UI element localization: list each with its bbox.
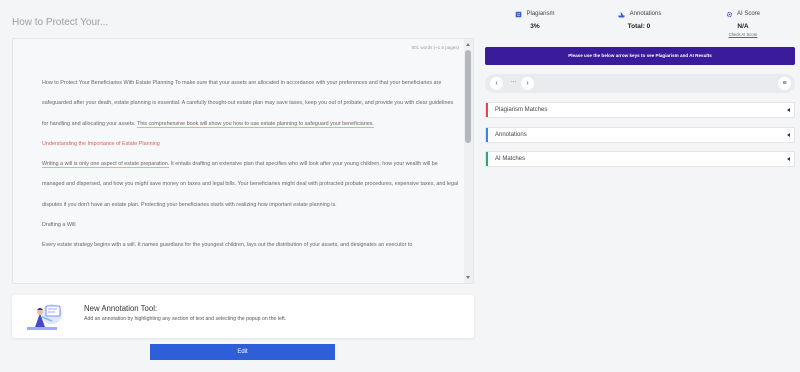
section-color-bar xyxy=(486,152,488,166)
annotation-tool-title: New Annotation Tool: xyxy=(84,304,158,313)
caret-left-icon[interactable] xyxy=(787,133,790,137)
scroll-thumb[interactable] xyxy=(465,50,471,143)
document-paragraph[interactable]: How to Protect Your Beneficiaries With E… xyxy=(42,73,460,134)
paragraph-text[interactable]: Every estate strategy begins with a will… xyxy=(42,242,412,248)
plagiarism-stat: Plagiarism 3% xyxy=(485,8,585,30)
annotation-illustration-icon xyxy=(27,304,62,330)
section-color-bar xyxy=(486,128,488,142)
document-title: How to Protect Your... xyxy=(12,17,109,28)
ship-icon xyxy=(617,11,625,17)
results-navigation: ‹ ... › ≡ xyxy=(485,74,795,93)
caret-left-icon[interactable] xyxy=(787,157,790,161)
ai-score-value: N/A xyxy=(737,23,749,30)
document-paragraph[interactable]: Drafting a Will xyxy=(42,215,460,235)
document-paragraph[interactable]: Writing a will is only one aspect of est… xyxy=(42,154,460,215)
highlighted-text[interactable]: This comprehensive book will show you ho… xyxy=(136,120,374,128)
annotations-stat: Annotations Total: 0 xyxy=(589,8,689,30)
document-body[interactable]: How to Protect Your Beneficiaries With E… xyxy=(42,73,460,256)
scroll-down-arrow[interactable] xyxy=(466,276,470,279)
plagiarism-label: Plagiarism xyxy=(526,11,555,17)
section-ai-matches[interactable]: AI Matches xyxy=(485,151,795,167)
next-arrow-button[interactable]: › xyxy=(521,77,534,90)
annotation-tool-card: New Annotation Tool: Add an annotation b… xyxy=(12,295,474,338)
section-title: AI Matches xyxy=(495,156,526,162)
check-ai-score-link[interactable]: Check AI Score xyxy=(693,32,793,37)
prev-arrow-button[interactable]: ‹ xyxy=(490,77,503,90)
document-icon xyxy=(516,11,522,17)
ai-score-label: AI Score xyxy=(736,11,760,17)
section-color-bar xyxy=(486,103,488,117)
section-heading[interactable]: Understanding the Importance of Estate P… xyxy=(42,141,160,147)
section-plagiarism-matches[interactable]: Plagiarism Matches xyxy=(485,102,795,118)
section-annotations[interactable]: Annotations xyxy=(485,127,795,143)
ai-score-stat: AI Score N/A Check AI Score xyxy=(693,8,793,37)
caret-left-icon[interactable] xyxy=(787,108,790,112)
document-editor[interactable]: 801 words (~1.6 pages) How to Protect Yo… xyxy=(12,38,474,284)
stats-bar: Plagiarism 3% Annotations Total: 0 AI Sc… xyxy=(485,8,794,44)
section-title: Annotations xyxy=(495,132,527,138)
annotations-label: Annotations xyxy=(629,11,662,17)
paragraph-text[interactable]: It entails drafting an extensive plan th… xyxy=(42,161,458,208)
instruction-banner: Please use the below arrow keys to see P… xyxy=(485,47,795,65)
word-count: 801 words (~1.6 pages) xyxy=(411,45,459,50)
nav-dots: ... xyxy=(511,78,517,84)
paragraph-text[interactable]: How to Protect Your Beneficiaries With E… xyxy=(42,80,453,127)
paragraph-text[interactable]: Drafting a Will xyxy=(42,222,76,228)
section-title: Plagiarism Matches xyxy=(495,107,548,113)
edit-button[interactable]: Edit xyxy=(150,344,335,360)
gear-icon xyxy=(726,11,733,17)
scrollbar[interactable] xyxy=(464,39,473,283)
document-paragraph[interactable]: Every estate strategy begins with a will… xyxy=(42,235,460,255)
plagiarism-value: 3% xyxy=(530,23,540,30)
scroll-up-arrow[interactable] xyxy=(466,43,470,46)
annotations-value: Total: 0 xyxy=(627,23,651,30)
highlighted-text[interactable]: Writing a will is only one aspect of est… xyxy=(42,161,170,169)
menu-icon[interactable]: ≡ xyxy=(778,77,791,90)
document-paragraph[interactable]: Understanding the Importance of Estate P… xyxy=(42,134,460,154)
annotation-tool-description: Add an annotation by highlighting any se… xyxy=(84,316,287,322)
